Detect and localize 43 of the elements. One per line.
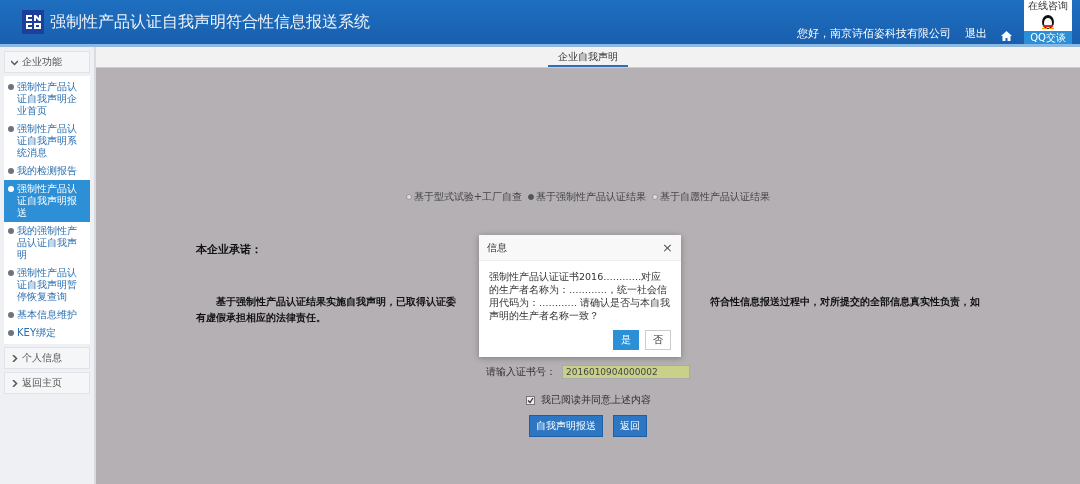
- agree-label: 我已阅读并同意上述内容: [540, 393, 651, 407]
- radio-option[interactable]: 基于自愿性产品认证结果: [652, 190, 771, 204]
- commitment-text: 有虚假承担相应的法律责任。: [196, 311, 326, 325]
- menu-item[interactable]: 强制性产品认证自我声明企业首页: [4, 78, 90, 120]
- agree-checkbox[interactable]: [525, 395, 535, 405]
- radio-option[interactable]: 基于强制性产品认证结果: [528, 190, 647, 204]
- confirm-button[interactable]: 是: [613, 330, 639, 350]
- dialog-message: 强制性产品认证证书2016…………对应的生产者名称为：…………，统一社会信用代码为：………… 请确认是否与本自我声明的生产者名称一致？: [488, 270, 672, 323]
- cancel-button[interactable]: 否: [645, 330, 671, 350]
- chevron-right-icon: [11, 379, 18, 387]
- menu-item[interactable]: 我的检测报告: [4, 162, 90, 180]
- menu-item[interactable]: 强制性产品认证自我声明报送: [4, 180, 90, 222]
- menu-section[interactable]: 返回主页: [4, 372, 90, 394]
- chevron-right-icon: [11, 354, 18, 362]
- radio-button[interactable]: [405, 194, 412, 200]
- home-icon[interactable]: [1001, 31, 1012, 41]
- dialog-title: 信息: [487, 240, 507, 255]
- qq-caption: 在线咨询: [1028, 0, 1068, 11]
- menu-item[interactable]: 强制性产品认证自我声明系统消息: [4, 120, 90, 162]
- commitment-heading: 本企业承诺：: [196, 242, 262, 257]
- menu-item[interactable]: 基本信息维护: [4, 306, 90, 324]
- menu-item[interactable]: 强制性产品认证自我声明暂停恢复查询: [4, 264, 90, 306]
- menu-section[interactable]: 个人信息: [4, 347, 90, 369]
- logout-link[interactable]: 退出: [965, 26, 987, 41]
- radio-option[interactable]: 基于型式试验+工厂自查: [405, 190, 523, 204]
- action-button[interactable]: 自我声明报送: [529, 415, 603, 437]
- app-title: 强制性产品认证自我声明符合性信息报送系统: [50, 11, 371, 33]
- menu-item[interactable]: 我的强制性产品认证自我声明: [4, 222, 90, 264]
- logo-icon: [22, 10, 44, 34]
- close-button[interactable]: ×: [662, 240, 673, 255]
- chevron-down-icon: [11, 58, 18, 66]
- certificate-field[interactable]: 2016010904000002: [562, 365, 690, 379]
- action-button[interactable]: 返回: [613, 415, 647, 437]
- commitment-text: 基于强制性产品认证结果实施自我声明，已取得认证委: [215, 295, 456, 309]
- penguin-icon: [1041, 13, 1055, 29]
- greeting-text: 您好，南京诗佰姿科技有限公司: [797, 26, 951, 41]
- certificate-label: 请输入证书号：: [486, 365, 556, 379]
- menu-section[interactable]: 企业功能: [4, 51, 90, 73]
- menu-item[interactable]: KEY绑定: [4, 324, 90, 342]
- qq-chat-button[interactable]: QQ交谈: [1024, 31, 1072, 44]
- radio-button[interactable]: [652, 194, 659, 200]
- radio-button[interactable]: [528, 194, 535, 200]
- commitment-text: 符合性信息报送过程中，对所提交的全部信息真实性负责，如: [710, 295, 980, 309]
